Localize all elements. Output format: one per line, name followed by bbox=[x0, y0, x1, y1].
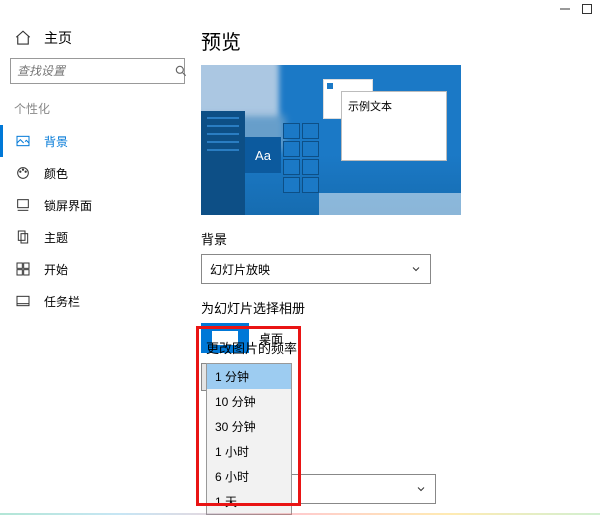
home-label: 主页 bbox=[44, 28, 72, 48]
sidebar-item-label: 主题 bbox=[44, 229, 68, 246]
picture-icon bbox=[14, 132, 32, 150]
section-label: 个性化 bbox=[0, 84, 195, 125]
background-label: 背景 bbox=[201, 229, 590, 248]
frequency-option[interactable]: 6 小时 bbox=[207, 464, 291, 489]
frequency-option[interactable]: 1 小时 bbox=[207, 439, 291, 464]
sidebar-item-label: 任务栏 bbox=[44, 293, 80, 310]
sidebar-item-colors[interactable]: 颜色 bbox=[0, 157, 195, 189]
preview-sample-text: 示例文本 bbox=[341, 91, 447, 161]
sidebar-item-background[interactable]: 背景 bbox=[0, 125, 195, 157]
frequency-option[interactable]: 30 分钟 bbox=[207, 414, 291, 439]
frequency-dropdown[interactable]: 1 分钟10 分钟30 分钟1 小时6 小时1 天 bbox=[206, 363, 292, 515]
sidebar-item-label: 开始 bbox=[44, 261, 68, 278]
taskbar-icon bbox=[14, 292, 32, 310]
start-icon bbox=[14, 260, 32, 278]
chevron-down-icon bbox=[410, 263, 422, 275]
sidebar-item-label: 锁屏界面 bbox=[44, 197, 92, 214]
background-select-value: 幻灯片放映 bbox=[210, 261, 270, 278]
sidebar-item-label: 背景 bbox=[44, 133, 68, 150]
album-label: 为幻灯片选择相册 bbox=[201, 298, 590, 317]
sidebar-item-start[interactable]: 开始 bbox=[0, 253, 195, 285]
sidebar: 主页 个性化 背景 颜色 锁屏界面 bbox=[0, 22, 195, 515]
sidebar-item-themes[interactable]: 主题 bbox=[0, 221, 195, 253]
maximize-icon[interactable] bbox=[576, 0, 598, 18]
lock-screen-icon bbox=[14, 196, 32, 214]
frequency-section: 更改图片的频率 1 分钟10 分钟30 分钟1 小时6 小时1 天 bbox=[206, 338, 297, 515]
search-icon bbox=[174, 63, 188, 79]
palette-icon bbox=[14, 164, 32, 182]
page-title: 预览 bbox=[201, 26, 590, 55]
search-field[interactable] bbox=[17, 64, 174, 78]
frequency-label: 更改图片的频率 bbox=[206, 338, 297, 357]
sidebar-item-lockscreen[interactable]: 锁屏界面 bbox=[0, 189, 195, 221]
minimize-icon[interactable] bbox=[554, 0, 576, 18]
frequency-option[interactable]: 10 分钟 bbox=[207, 389, 291, 414]
sidebar-item-taskbar[interactable]: 任务栏 bbox=[0, 285, 195, 317]
home-button[interactable]: 主页 bbox=[0, 24, 195, 58]
theme-icon bbox=[14, 228, 32, 246]
frequency-option[interactable]: 1 天 bbox=[207, 489, 291, 514]
desktop-preview: Aa 示例文本 bbox=[201, 65, 461, 215]
sidebar-item-label: 颜色 bbox=[44, 165, 68, 182]
titlebar bbox=[0, 0, 600, 22]
search-input[interactable] bbox=[10, 58, 185, 84]
frequency-option[interactable]: 1 分钟 bbox=[207, 364, 291, 389]
preview-aa: Aa bbox=[245, 137, 281, 173]
home-icon bbox=[14, 29, 32, 47]
background-select[interactable]: 幻灯片放映 bbox=[201, 254, 431, 284]
